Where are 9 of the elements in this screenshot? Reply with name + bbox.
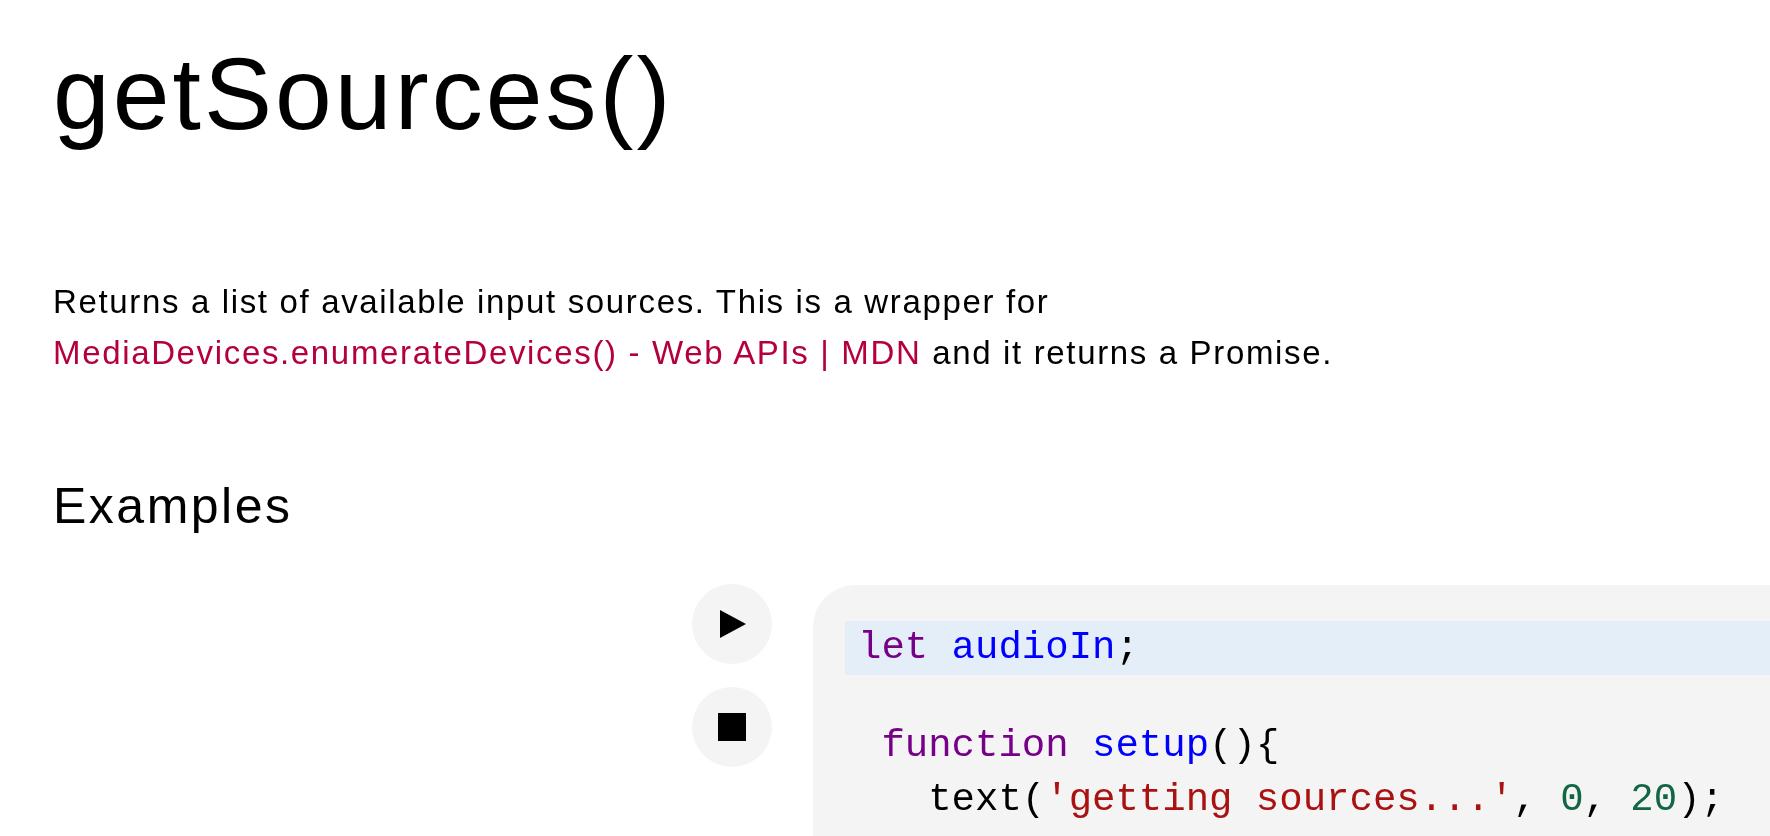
code-line: text('getting sources...', 0, 20); <box>927 777 1725 825</box>
stop-icon <box>718 713 746 742</box>
page-title: getSources() <box>53 38 674 151</box>
docs-link[interactable]: MediaDevices.enumerateDevices() - Web APIs | MDN <box>53 334 922 372</box>
section-heading: Examples <box>53 478 293 535</box>
code-line: function setup(){ <box>880 723 1281 771</box>
description: Returns a list of available input sources. This is a wrapper for MediaDevices.enumerateDevices() - Web APIs | MDN and it returns a Promise. <box>53 282 1334 374</box>
play-icon <box>718 610 746 639</box>
code-editor[interactable]: let audioIn; function setup(){ text('getting sources...', 0, 20); <box>813 585 1770 836</box>
